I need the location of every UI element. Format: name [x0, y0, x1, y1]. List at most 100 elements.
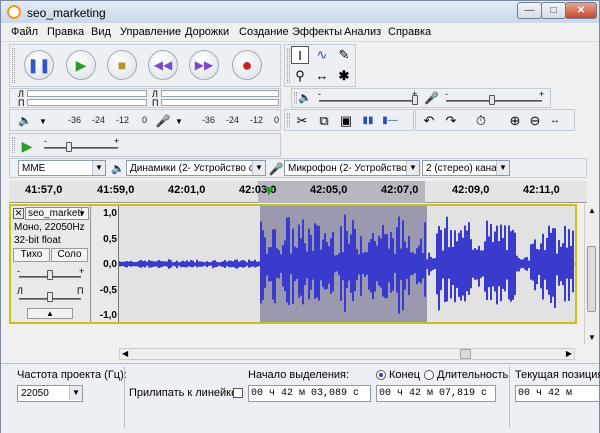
redo-icon[interactable]: ↷	[442, 112, 460, 130]
output-volume-thumb[interactable]	[412, 95, 418, 105]
timeshift-tool-icon[interactable]: ↔	[313, 67, 331, 85]
stop-button[interactable]: ■	[107, 50, 137, 80]
horizontal-scroll-thumb[interactable]	[460, 349, 471, 359]
record-button[interactable]: ●	[232, 50, 262, 80]
menu-analyze[interactable]: Анализ	[344, 26, 381, 38]
menu-generate[interactable]: Создание	[239, 26, 289, 38]
output-device-select[interactable]: Динамики (2- Устройство с п ▼	[126, 160, 266, 176]
pan-thumb[interactable]	[47, 292, 53, 302]
envelope-tool-icon[interactable]: ∿	[313, 46, 331, 64]
rec-scale-0: 0	[274, 115, 280, 125]
horizontal-scrollbar[interactable]: ◀ ▶	[119, 348, 575, 360]
scroll-right-icon[interactable]: ▶	[566, 349, 572, 358]
input-device-select[interactable]: Микрофон (2- Устройство с п ▼	[284, 160, 420, 176]
play-button[interactable]: ▶	[66, 50, 96, 80]
fit-selection-icon[interactable]: ↔	[546, 112, 564, 130]
pause-button[interactable]: ❚❚	[24, 50, 54, 80]
collapse-track-button[interactable]: ▲	[27, 308, 73, 319]
record-meter-right[interactable]	[161, 99, 279, 106]
copy-icon[interactable]: ⧉	[315, 112, 333, 130]
trim-icon[interactable]: ▮▮	[359, 112, 377, 130]
toolbar-grip[interactable]	[12, 48, 15, 83]
speaker-icon[interactable]: 🔈	[16, 112, 34, 130]
end-radio[interactable]	[376, 370, 386, 380]
output-volume-track[interactable]	[319, 100, 415, 102]
selection-start-field[interactable]: 00 ч 42 м 03,089 с	[248, 385, 371, 402]
play-icon: ▶	[75, 57, 87, 73]
ruler-label: 41:59,0	[97, 184, 135, 196]
snap-checkbox[interactable]	[233, 388, 243, 398]
speed-thumb[interactable]	[66, 142, 72, 152]
playback-meter-right[interactable]	[27, 99, 147, 106]
vertical-scroll-thumb[interactable]	[587, 246, 596, 312]
menu-tracks[interactable]: Дорожки	[185, 26, 229, 38]
undo-icon[interactable]: ↶	[420, 112, 438, 130]
zoom-out-icon[interactable]: ⊖	[526, 112, 544, 130]
vertical-scrollbar[interactable]: ▲ ▼	[584, 204, 598, 344]
mixer-toolbar: 🔈 - + 🎤 - +	[291, 88, 551, 108]
playhead-marker[interactable]	[264, 187, 274, 195]
solo-button[interactable]: Соло	[51, 248, 88, 262]
scroll-left-icon[interactable]: ◀	[122, 349, 128, 358]
input-device-value: Микрофон (2- Устройство с п	[288, 163, 420, 174]
multi-tool-icon[interactable]: ✱	[335, 67, 353, 85]
silence-icon[interactable]: ▮—	[381, 112, 399, 130]
track-close-button[interactable]: ✕	[13, 208, 24, 219]
audio-position-field[interactable]: 00 ч 42 м	[515, 385, 599, 402]
stop-icon: ■	[117, 57, 127, 73]
yaxis-label: 0,5	[103, 234, 117, 245]
cut-icon[interactable]: ✂	[293, 112, 311, 130]
track-control-panel: ✕ seo_marketi ▼ Моно, 22050Hz 32-bit flo…	[11, 206, 91, 322]
waveform-display[interactable]	[119, 206, 575, 322]
track-format: Моно, 22050Hz	[14, 222, 85, 233]
chevron-down-icon[interactable]: ▼	[170, 113, 188, 131]
playback-meter-left[interactable]	[27, 90, 147, 97]
scroll-down-icon[interactable]: ▼	[588, 333, 596, 342]
menu-view[interactable]: Вид	[91, 26, 111, 38]
ruler-label: 42:05,0	[310, 184, 348, 196]
pan-right-label: П	[77, 286, 84, 296]
gain-thumb[interactable]	[47, 270, 53, 280]
microphone-icon: 🎤	[268, 162, 284, 176]
zoom-in-icon[interactable]: ⊕	[506, 112, 524, 130]
length-radio[interactable]	[424, 370, 434, 380]
paste-icon[interactable]: ▣	[337, 112, 355, 130]
play-at-speed-icon[interactable]: ▶	[18, 137, 36, 155]
menu-help[interactable]: Справка	[388, 26, 431, 38]
menu-effects[interactable]: Эффекты	[292, 26, 342, 38]
menu-edit[interactable]: Правка	[47, 26, 84, 38]
selection-tool-icon[interactable]: I	[291, 46, 309, 64]
sync-lock-icon[interactable]: ⏱	[472, 112, 490, 130]
track-name-menu[interactable]: seo_marketi ▼	[25, 207, 89, 220]
channels-select[interactable]: 2 (стерео) канал ▼	[422, 160, 510, 176]
toolbar-grip[interactable]	[12, 137, 15, 153]
speed-track[interactable]	[44, 147, 118, 149]
maximize-button[interactable]: □	[541, 2, 566, 19]
skip-start-button[interactable]: ◀◀	[148, 50, 178, 80]
zoom-tool-icon[interactable]: ⚲	[291, 67, 309, 85]
yaxis-label: 1,0	[103, 208, 117, 219]
meter-scale-12: -12	[116, 115, 130, 125]
timeline-ruler[interactable]: 41:57,0 41:59,0 42:01,0 42:03,0 42:05,0 …	[9, 181, 587, 203]
toolbar-grip[interactable]	[287, 113, 290, 127]
scroll-up-icon[interactable]: ▲	[588, 206, 596, 215]
chevron-down-icon[interactable]: ▼	[34, 113, 52, 131]
host-select[interactable]: MME ▼	[18, 160, 106, 176]
snap-label: Прилипать к линейке	[129, 387, 238, 399]
toolbar-grip[interactable]	[294, 92, 297, 104]
toolbar-grip[interactable]	[287, 48, 290, 83]
headphones-icon	[7, 5, 21, 19]
mute-button[interactable]: Тихо	[13, 248, 50, 262]
menu-control[interactable]: Управление	[120, 26, 181, 38]
project-rate-select[interactable]: 22050 ▼	[17, 385, 83, 402]
record-meter-left[interactable]	[161, 90, 279, 97]
menu-file[interactable]: Файл	[11, 26, 38, 38]
input-volume-thumb[interactable]	[489, 95, 495, 105]
close-button[interactable]: ✕	[565, 2, 597, 19]
draw-tool-icon[interactable]: ✎	[335, 46, 353, 64]
selection-end-field[interactable]: 00 ч 42 м 07,819 с	[376, 385, 496, 402]
yaxis-label: -0,5	[99, 285, 117, 296]
skip-end-button[interactable]: ▶▶	[189, 50, 219, 80]
selection-start-label: Начало выделения:	[248, 369, 350, 381]
minimize-button[interactable]: —	[517, 2, 542, 19]
